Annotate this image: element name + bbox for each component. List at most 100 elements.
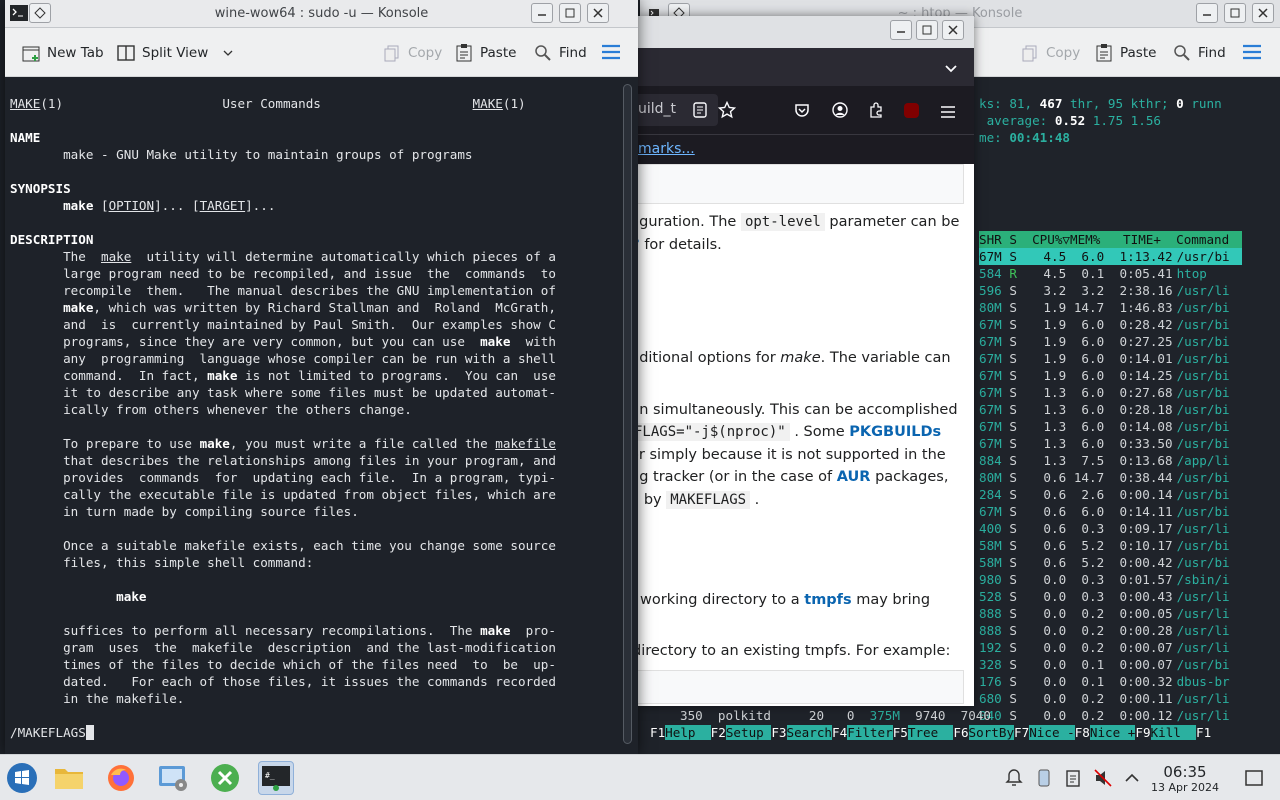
fkey-label[interactable]: Search [786,725,833,740]
show-desktop-icon[interactable] [1244,768,1264,788]
process-row[interactable]: 67M S 1.9 6.0 0:28.42/usr/bi [979,316,1242,333]
copy-button[interactable]: Copy [382,42,442,64]
reader-view-icon[interactable] [692,102,708,122]
process-row[interactable]: 176 S 0.0 0.1 0:00.32 dbus-br [979,673,1242,690]
fkey-label[interactable]: Tree [907,725,954,740]
fkey-number[interactable]: F9 [1135,725,1150,740]
firefox-button[interactable] [103,761,139,795]
man-terminal[interactable]: MAKE(1) User Commands MAKE(1) NAME make … [5,77,638,754]
minimize-icon[interactable] [890,20,912,40]
minimize-icon[interactable] [1196,3,1218,23]
ublock-origin-icon[interactable] [904,103,919,118]
maximize-icon[interactable] [916,20,938,40]
extensions-icon[interactable] [868,102,884,122]
fkey-label[interactable]: Help [665,725,711,740]
close-icon[interactable] [942,20,964,40]
fkey-label[interactable]: Kill [1150,725,1197,740]
konsole-task-button[interactable]: #_ [258,761,294,795]
file-manager-button[interactable] [51,761,87,795]
fkey-label[interactable]: SortBy [968,725,1015,740]
minimize-icon[interactable] [531,3,553,23]
maximize-icon[interactable] [559,3,581,23]
fkey-number[interactable]: F2 [711,725,726,740]
link-icon[interactable]: ? [638,237,640,253]
chevron-up-icon[interactable] [1122,768,1142,788]
fkey-number[interactable]: F1 [650,725,665,740]
process-row[interactable]: 980 S 0.0 0.3 0:01.57/sbin/i [979,571,1242,588]
fkey-number[interactable]: F7 [1014,725,1029,740]
hamburger-menu-icon[interactable] [1242,44,1262,64]
notifications-bell-icon[interactable] [1004,768,1024,788]
fkey-label[interactable]: Nice + [1089,725,1136,740]
process-row[interactable]: 192 S 0.0 0.2 0:00.07/usr/li [979,639,1242,656]
process-row[interactable]: 584 R 4.5 0.1 0:05.41 htop [979,265,1242,282]
process-row[interactable]: 888 S 0.0 0.2 0:00.28/usr/li [979,622,1242,639]
process-row[interactable]: 284 S 0.6 2.6 0:00.14/usr/bi [979,486,1242,503]
search-prompt[interactable]: /MAKEFLAGS [10,724,94,741]
process-row-partial[interactable]: 350 polkitd 20 0 375M 9740 7040 [680,707,991,724]
system-settings-button[interactable] [155,761,191,795]
column-header[interactable]: SHR S CPU%▽MEM% TIME+ Command [979,231,1242,248]
find-button[interactable]: Find [1172,42,1226,64]
process-row[interactable]: 80M S 1.9 14.7 1:46.83/usr/bi [979,299,1242,316]
fkey-label[interactable]: Filter [847,725,893,740]
bookmarks-link[interactable]: marks... [638,141,695,157]
account-icon[interactable] [832,102,848,122]
fkey-number[interactable]: F1 [1196,725,1211,740]
process-row[interactable]: 58M S 0.6 5.2 0:10.17/usr/bi [979,537,1242,554]
process-row[interactable]: 328 S 0.0 0.1 0:00.07/usr/bi [979,656,1242,673]
fkey-number[interactable]: F5 [893,725,908,740]
device-notifier-icon[interactable] [1034,768,1054,788]
list-all-tabs-icon[interactable] [944,60,958,79]
find-button[interactable]: Find [533,42,587,64]
maximize-icon[interactable] [1224,3,1246,23]
process-list[interactable]: 67M S 4.5 6.0 1:13.42/usr/bi 584 R 4.5 0.1 0:05.4… [979,248,1242,724]
process-row[interactable]: 67M S 1.3 6.0 0:33.50/usr/bi [979,435,1242,452]
process-row[interactable]: 680 S 0.0 0.2 0:00.11/usr/li [979,690,1242,707]
process-row[interactable]: 67M S 1.9 6.0 0:14.25/usr/bi [979,367,1242,384]
process-row[interactable]: 67M S 1.3 6.0 0:27.68/usr/bi [979,384,1242,401]
fkey-number[interactable]: F8 [1075,725,1090,740]
close-icon[interactable] [587,3,609,23]
pocket-icon[interactable] [794,102,810,122]
process-row[interactable]: 884 S 1.3 7.5 0:13.68/app/li [979,452,1242,469]
process-row[interactable]: 528 S 0.0 0.3 0:00.43/usr/li [979,588,1242,605]
process-row[interactable]: 596 S 3.2 3.2 2:38.16/usr/li [979,282,1242,299]
hamburger-menu-icon[interactable] [601,44,621,64]
process-row[interactable]: 67M S 4.5 6.0 1:13.42/usr/bi [979,248,1242,265]
process-row[interactable]: 67M S 1.3 6.0 0:28.18/usr/bi [979,401,1242,418]
clipboard-icon[interactable] [1063,768,1083,788]
process-row[interactable]: 58M S 0.6 5.2 0:00.42/usr/bi [979,554,1242,571]
start-menu-button[interactable] [4,761,40,795]
tools-app-button[interactable] [207,761,243,795]
scrollbar[interactable] [623,84,632,744]
aur-link[interactable]: AUR [837,469,871,485]
process-row[interactable]: 80M S 0.6 14.7 0:38.44/usr/bi [979,469,1242,486]
copy-button[interactable]: Copy [1020,42,1080,64]
close-icon[interactable] [1252,3,1274,23]
clock[interactable]: 06:35 13 Apr 2024 [1150,763,1220,795]
process-row[interactable]: 67M S 0.6 6.0 0:14.11/usr/bi [979,503,1242,520]
volume-muted-icon[interactable] [1093,768,1113,788]
fkey-number[interactable]: F3 [771,725,786,740]
process-row[interactable]: 040 S 0.0 0.2 0:00.12/usr/li [979,707,1242,724]
man-titlebar[interactable]: wine-wow64 : sudo -u — Konsole [5,0,638,28]
split-view-button[interactable]: Split View [116,42,234,64]
fkey-number[interactable]: F4 [832,725,847,740]
process-row[interactable]: 888 S 0.0 0.2 0:00.05/usr/li [979,605,1242,622]
process-row[interactable]: 67M S 1.3 6.0 0:14.08/usr/bi [979,418,1242,435]
fkey-label[interactable]: Setup [725,725,772,740]
application-menu-icon[interactable] [940,104,956,123]
tmpfs-link[interactable]: tmpfs [804,592,851,608]
process-row[interactable]: 400 S 0.6 0.3 0:09.17/usr/li [979,520,1242,537]
pkgbuilds-link[interactable]: PKGBUILDs [849,424,941,440]
fkey-number[interactable]: F6 [953,725,968,740]
process-row[interactable]: 67M S 1.9 6.0 0:14.01/usr/bi [979,350,1242,367]
paste-button[interactable]: Paste [454,42,516,64]
firefox-titlebar[interactable] [638,16,974,48]
process-row[interactable]: 67M S 1.9 6.0 0:27.25/usr/bi [979,333,1242,350]
new-tab-button[interactable]: New Tab [21,42,104,64]
paste-button[interactable]: Paste [1094,42,1156,64]
fkey-label[interactable]: Nice - [1029,725,1075,740]
bookmark-star-icon[interactable] [717,100,737,123]
